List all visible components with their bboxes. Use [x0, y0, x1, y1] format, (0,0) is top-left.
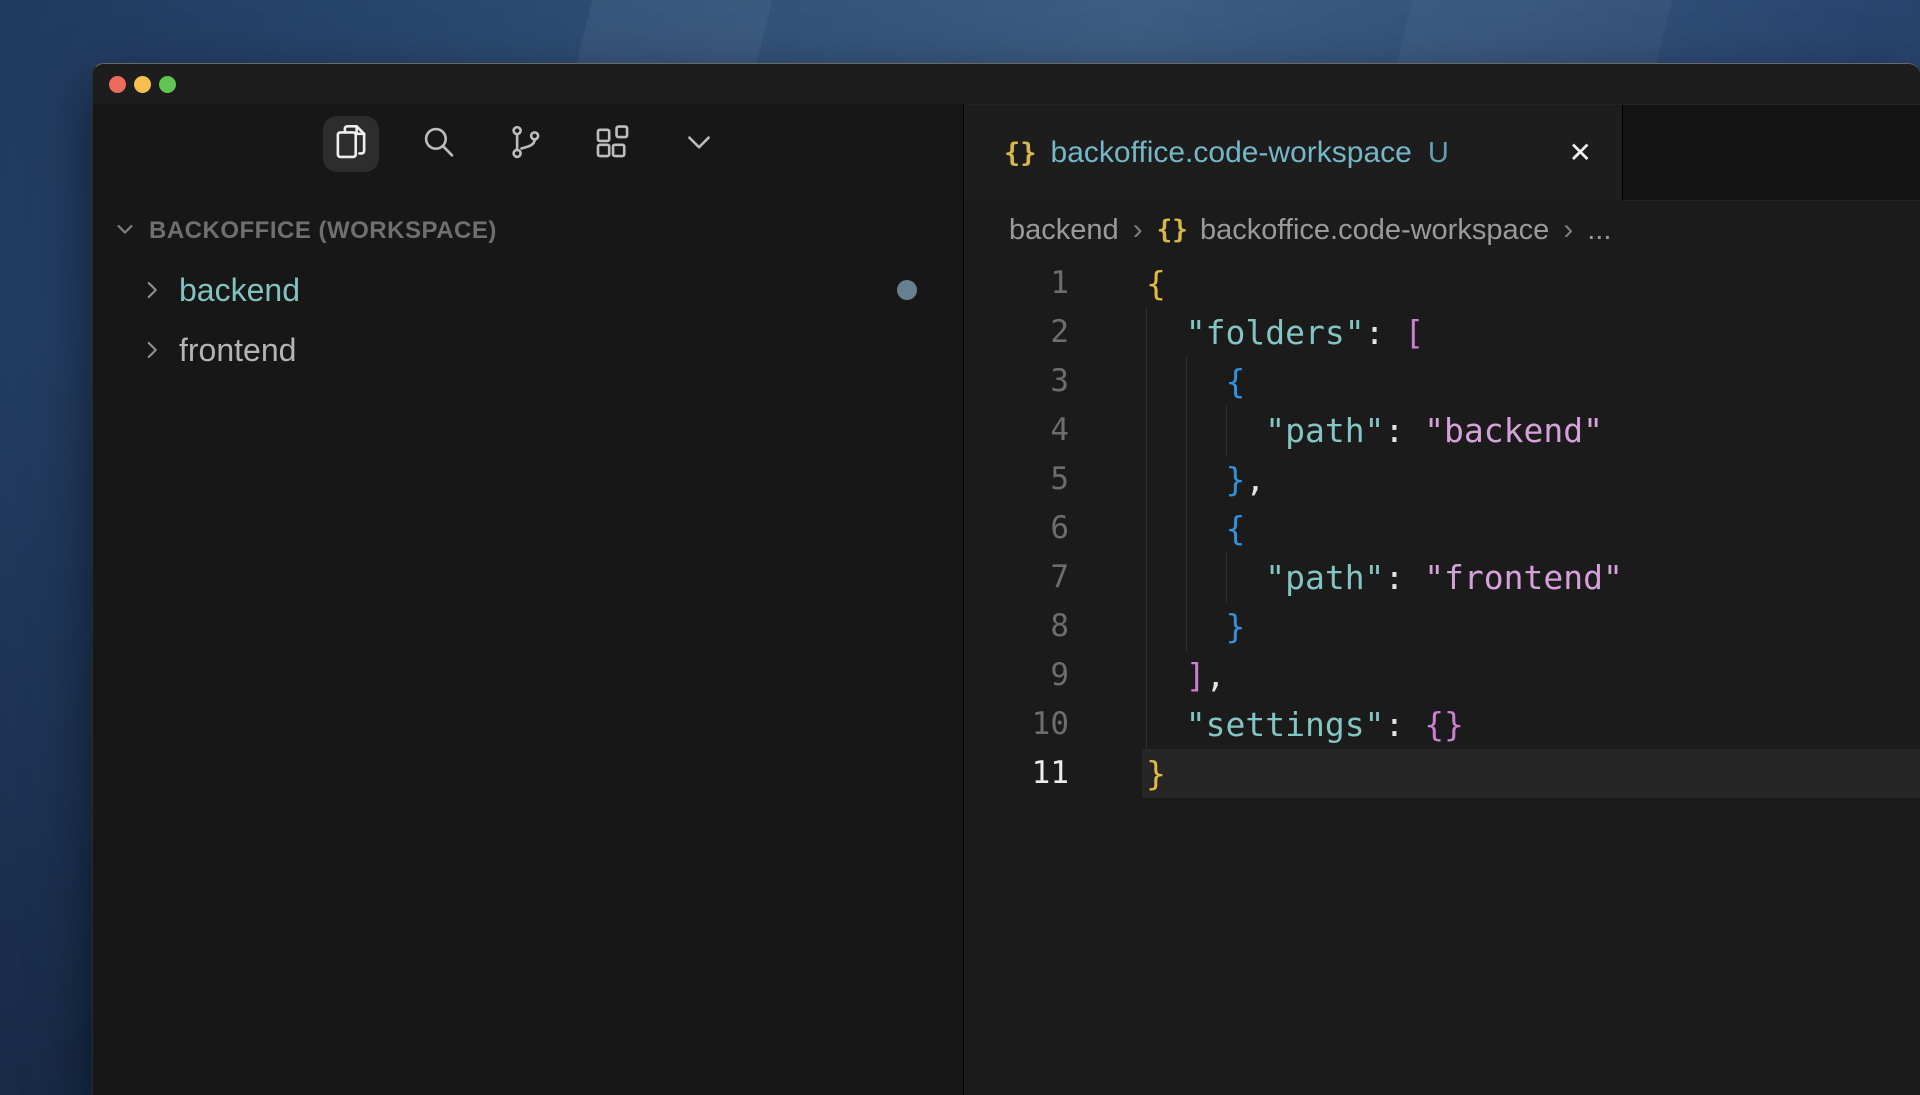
breadcrumb-item-symbol[interactable]: ... — [1587, 214, 1611, 247]
chevron-down-icon — [111, 215, 139, 248]
code-text: { — [1142, 357, 1920, 406]
files-icon — [330, 121, 372, 168]
code-text: "path": "frontend" — [1142, 553, 1920, 602]
chevron-right-icon — [137, 277, 167, 303]
tab-bar: {} backoffice.code-workspace U ✕ — [964, 104, 1920, 201]
code-line[interactable]: 3 { — [964, 357, 1920, 406]
modified-indicator-dot — [897, 280, 917, 300]
search-icon — [417, 121, 459, 168]
vscode-window: BACKOFFICE (WORKSPACE) backend — [92, 63, 1920, 1095]
explorer-sidebar: BACKOFFICE (WORKSPACE) backend — [93, 104, 964, 1095]
line-number: 11 — [964, 749, 1069, 798]
extensions-tab-button[interactable] — [584, 116, 640, 172]
editor-group: {} backoffice.code-workspace U ✕ backend… — [964, 104, 1920, 1095]
code-text: "folders": [ — [1142, 308, 1920, 357]
source-control-tab-button[interactable] — [497, 116, 553, 172]
json-file-icon: {} — [1157, 215, 1188, 245]
line-number: 4 — [964, 406, 1069, 455]
code-text: } — [1142, 602, 1920, 651]
tree-item-backend[interactable]: backend — [93, 260, 963, 320]
code-text: { — [1142, 504, 1920, 553]
close-window-button[interactable] — [109, 76, 126, 93]
file-tree: backend frontend — [93, 260, 963, 380]
code-line[interactable]: 8 } — [964, 602, 1920, 651]
code-text: { — [1142, 259, 1920, 308]
tab-bar-empty-space — [1623, 105, 1920, 201]
code-line[interactable]: 9 ], — [964, 651, 1920, 700]
code-lines: 1{2 "folders": [3 {4 "path": "backend"5 … — [964, 259, 1920, 798]
activity-bar — [323, 116, 727, 172]
code-text: "settings": {} — [1142, 700, 1920, 749]
code-text: "path": "backend" — [1142, 406, 1920, 455]
more-views-button[interactable] — [671, 116, 727, 172]
code-line[interactable]: 11} — [964, 749, 1920, 798]
code-line[interactable]: 1{ — [964, 259, 1920, 308]
line-number: 6 — [964, 504, 1069, 553]
tab-title: backoffice.code-workspace — [1051, 136, 1412, 170]
chevron-down-icon — [678, 121, 720, 168]
chevron-right-icon: › — [1563, 213, 1573, 247]
line-number: 1 — [964, 259, 1069, 308]
line-number: 9 — [964, 651, 1069, 700]
code-text: } — [1142, 749, 1920, 798]
line-number: 7 — [964, 553, 1069, 602]
line-number: 10 — [964, 700, 1069, 749]
minimize-window-button[interactable] — [134, 76, 151, 93]
line-number: 5 — [964, 455, 1069, 504]
code-line[interactable]: 5 }, — [964, 455, 1920, 504]
code-line[interactable]: 10 "settings": {} — [964, 700, 1920, 749]
close-tab-icon[interactable]: ✕ — [1569, 139, 1592, 167]
breadcrumb: backend › {} backoffice.code-workspace ›… — [964, 201, 1920, 259]
search-tab-button[interactable] — [410, 116, 466, 172]
code-line[interactable]: 4 "path": "backend" — [964, 406, 1920, 455]
code-editor[interactable]: 1{2 "folders": [3 {4 "path": "backend"5 … — [964, 259, 1920, 1095]
tree-item-label: backend — [179, 272, 300, 309]
workspace-section-header[interactable]: BACKOFFICE (WORKSPACE) — [93, 209, 963, 253]
explorer-tab-button[interactable] — [323, 116, 379, 172]
titlebar[interactable] — [93, 64, 1920, 104]
chevron-right-icon — [137, 337, 167, 363]
line-number: 8 — [964, 602, 1069, 651]
tree-item-frontend[interactable]: frontend — [93, 320, 963, 380]
workspace-section-title: BACKOFFICE (WORKSPACE) — [149, 217, 497, 245]
tab-backoffice-code-workspace[interactable]: {} backoffice.code-workspace U ✕ — [964, 105, 1623, 201]
tree-item-label: frontend — [179, 332, 296, 369]
breadcrumb-item-backend[interactable]: backend — [1009, 214, 1119, 247]
extensions-icon — [591, 121, 633, 168]
line-number: 3 — [964, 357, 1069, 406]
chevron-right-icon: › — [1133, 213, 1143, 247]
zoom-window-button[interactable] — [159, 76, 176, 93]
code-text: ], — [1142, 651, 1920, 700]
git-untracked-badge: U — [1428, 137, 1449, 170]
json-file-icon: {} — [1004, 138, 1037, 169]
code-text: }, — [1142, 455, 1920, 504]
breadcrumb-item-file[interactable]: backoffice.code-workspace — [1200, 214, 1549, 247]
line-number: 2 — [964, 308, 1069, 357]
code-line[interactable]: 6 { — [964, 504, 1920, 553]
source-control-icon — [504, 121, 546, 168]
code-line[interactable]: 7 "path": "frontend" — [964, 553, 1920, 602]
code-line[interactable]: 2 "folders": [ — [964, 308, 1920, 357]
